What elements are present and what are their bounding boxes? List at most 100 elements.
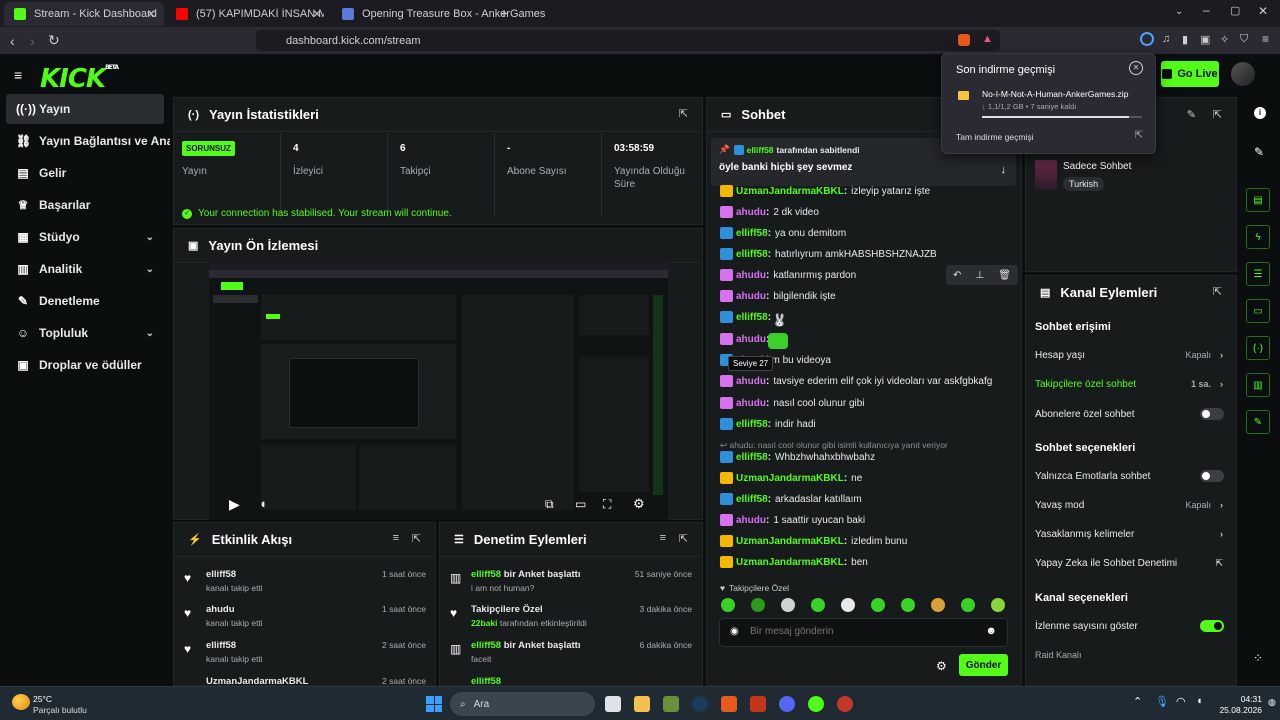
- media-icon[interactable]: ♫: [1162, 33, 1170, 45]
- chat-username[interactable]: elliff58: [736, 494, 768, 505]
- user-badge-icon[interactable]: [720, 472, 733, 484]
- chat-settings-icon[interactable]: ⚙: [936, 659, 947, 673]
- info-icon[interactable]: i: [1254, 107, 1266, 119]
- user-badge-icon[interactable]: [720, 418, 733, 430]
- user-badge-icon[interactable]: [720, 227, 733, 239]
- discord-icon[interactable]: [779, 696, 795, 712]
- sidebar-item-basarilar[interactable]: ♕ Başarılar: [6, 190, 164, 220]
- sidebar-item-gelir[interactable]: ▤ Gelir: [6, 158, 164, 188]
- theater-icon[interactable]: ▭: [575, 497, 586, 511]
- user-badge-icon[interactable]: [720, 375, 733, 387]
- reply-icon[interactable]: ↶: [953, 270, 961, 281]
- download-icon[interactable]: [1140, 32, 1154, 46]
- chat-message[interactable]: UzmanJandarmaKBKL: ne: [720, 469, 862, 487]
- chat-message[interactable]: ahudu: tavsiye ederim elif çok iyi videol…: [720, 372, 992, 390]
- raid-row[interactable]: Raid Kanalı: [1035, 646, 1225, 664]
- rewards-icon[interactable]: ▲: [982, 33, 993, 45]
- sidebar-toggle-icon[interactable]: ▮: [1182, 33, 1188, 46]
- chat-username[interactable]: UzmanJandarmaKBKL: [736, 186, 844, 197]
- kick-app-icon[interactable]: [808, 696, 824, 712]
- chat-username[interactable]: UzmanJandarmaKBKL: [736, 473, 844, 484]
- user-badge-icon[interactable]: [720, 514, 733, 526]
- forward-icon[interactable]: ›: [30, 33, 35, 49]
- pin-icon[interactable]: ⊥: [975, 270, 984, 281]
- maximize-icon[interactable]: ▢: [1230, 4, 1240, 17]
- chat-message[interactable]: ahudu: bilgilendik işte: [720, 287, 836, 305]
- subs-chat-toggle[interactable]: [1200, 408, 1224, 420]
- chat-username[interactable]: elliff58: [736, 419, 768, 430]
- close-icon[interactable]: ✕: [1129, 61, 1143, 75]
- chat-message[interactable]: elliff58: hatırlıyrum amkHABSHBSHZNAJZB: [720, 245, 937, 263]
- edit-icon[interactable]: ✎: [1187, 108, 1196, 121]
- user-badge-icon[interactable]: [720, 311, 733, 323]
- new-tab-icon[interactable]: +: [500, 5, 508, 21]
- minimize-icon[interactable]: –: [1203, 3, 1210, 17]
- volume-icon[interactable]: ◖: [259, 496, 267, 511]
- settings-icon[interactable]: ⚙: [633, 496, 645, 512]
- emote-icon[interactable]: [931, 598, 945, 612]
- pip-icon[interactable]: ⧉: [545, 497, 554, 512]
- user-badge-icon[interactable]: [720, 451, 733, 463]
- windows-start-icon[interactable]: [426, 696, 442, 712]
- sidebar-item-stream-key[interactable]: ⛓ Yayın Bağlantısı ve Anahtarı: [6, 126, 170, 156]
- popout-icon[interactable]: ⇱: [412, 532, 421, 545]
- followers-chat-row[interactable]: Takipçilere özel sohbet 1 sa. ›: [1035, 375, 1225, 393]
- popout-icon[interactable]: ⇱: [1213, 108, 1222, 121]
- brave-alt-icon[interactable]: [750, 696, 766, 712]
- chat-message[interactable]: ahudu: katlanırmış pardon: [720, 266, 856, 284]
- brave-icon[interactable]: [721, 696, 737, 712]
- minecraft-icon[interactable]: [663, 696, 679, 712]
- chat-message[interactable]: ahudu:2 dk video: [720, 203, 819, 221]
- chat-username[interactable]: ahudu: [736, 515, 766, 526]
- rail-actions-icon[interactable]: ▥: [1246, 373, 1270, 397]
- show-viewers-toggle[interactable]: [1200, 620, 1224, 632]
- leo-ai-icon[interactable]: ✧: [1220, 33, 1229, 46]
- account-age-row[interactable]: Hesap yaşı Kapalı ›: [1035, 346, 1225, 364]
- chat-message[interactable]: elliff58: arkadaslar katıllaım: [720, 490, 862, 508]
- steam-icon[interactable]: [692, 696, 708, 712]
- emote-icon[interactable]: [991, 598, 1005, 612]
- delete-icon[interactable]: 🗑: [998, 270, 1011, 281]
- emote-icon[interactable]: [961, 598, 975, 612]
- user-badge-icon[interactable]: [720, 493, 733, 505]
- tab-ankergames[interactable]: Opening Treasure Box - AnkerGames: [332, 2, 545, 26]
- tray-chevron-icon[interactable]: ⌃: [1133, 695, 1142, 708]
- close-icon[interactable]: ✕: [312, 7, 322, 21]
- file-explorer-icon[interactable]: [634, 696, 650, 712]
- popout-icon[interactable]: ⇱: [679, 532, 688, 545]
- tab-youtube[interactable]: (57) KAPIMDAKİ İNSAN MI DEĞİL Mİ ✕: [166, 2, 330, 26]
- emote-icon[interactable]: [811, 598, 825, 612]
- avatar[interactable]: [1231, 62, 1255, 86]
- filter-icon[interactable]: ≡: [393, 532, 399, 544]
- brave-shield-icon[interactable]: [958, 34, 970, 46]
- chat-message[interactable]: elliff58:: [720, 308, 775, 326]
- tab-list-icon[interactable]: ⌄: [1175, 6, 1183, 17]
- user-badge-icon[interactable]: [720, 333, 733, 345]
- emote-icon[interactable]: [781, 598, 795, 612]
- chat-username[interactable]: ahudu: [736, 207, 766, 218]
- chat-username[interactable]: ahudu: [736, 398, 766, 409]
- download-filename[interactable]: No-I-M-Not-A-Human-AnkerGames.zip: [982, 89, 1128, 99]
- chat-message[interactable]: UzmanJandarmaKBKL: izledim bunu: [720, 532, 907, 550]
- clock-date[interactable]: 25.08.2026: [1212, 705, 1262, 715]
- hamburger-menu-icon[interactable]: ≡: [14, 67, 22, 83]
- rail-stats-icon[interactable]: ▤: [1246, 188, 1270, 212]
- ai-mod-row[interactable]: Yapay Zeka ile Sohbet Denetimi ⇱: [1035, 554, 1225, 572]
- popout-icon[interactable]: ⇱: [679, 107, 688, 120]
- chat-username[interactable]: elliff58: [736, 312, 768, 323]
- widgets-icon[interactable]: ⁘: [1253, 651, 1263, 665]
- menu-icon[interactable]: ≡: [1262, 32, 1269, 46]
- tab-kick-dashboard[interactable]: Stream - Kick Dashboard ✕: [4, 2, 164, 26]
- user-badge-icon[interactable]: [720, 269, 733, 281]
- chat-message[interactable]: elliff58: ya onu demitom: [720, 224, 846, 242]
- chat-message[interactable]: ahudu:1 saattir uyucan baki: [720, 511, 865, 529]
- emote-icon[interactable]: [721, 598, 735, 612]
- chat-message[interactable]: UzmanJandarmaKBKL: izleyip yatarız işte: [720, 182, 930, 200]
- send-button[interactable]: Gönder: [959, 654, 1008, 676]
- sidebar-item-topluluk[interactable]: ☺ Topluluk ⌄: [6, 318, 164, 348]
- microphone-icon[interactable]: 🎙: [1155, 695, 1169, 708]
- chat-message[interactable]: elliff58: indir hadi: [720, 415, 816, 433]
- wallet-icon[interactable]: ▣: [1200, 33, 1210, 46]
- external-link-icon[interactable]: ⇱: [1135, 130, 1143, 141]
- rail-wrench-icon[interactable]: ✎: [1246, 410, 1270, 434]
